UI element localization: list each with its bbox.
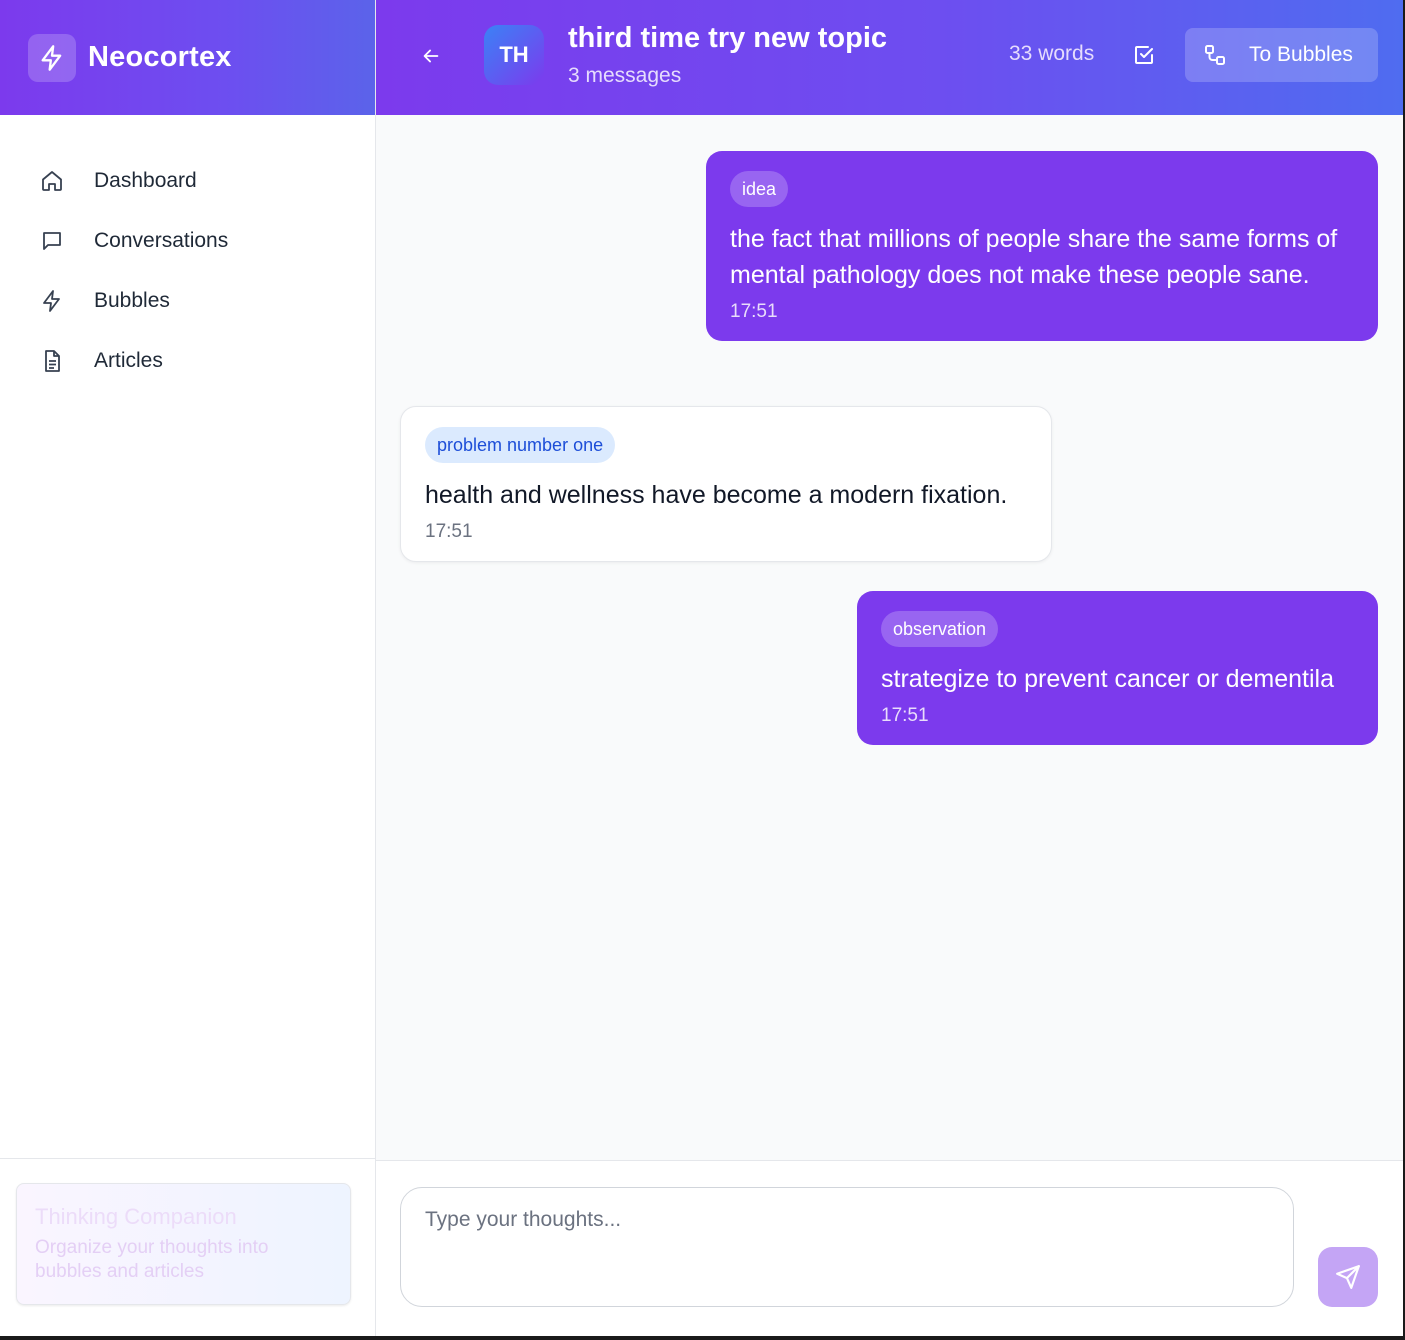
message-time: 17:51 xyxy=(730,301,778,322)
message-tag[interactable]: idea xyxy=(730,171,789,207)
app-name: Neocortex xyxy=(88,41,232,73)
message-text: health and wellness have become a modern… xyxy=(425,481,1008,509)
conversation-avatar: TH xyxy=(484,25,544,85)
sidebar-item-dashboard[interactable]: Dashboard xyxy=(0,151,375,211)
workflow-icon xyxy=(1205,45,1225,65)
message-text: the fact that millions of people share t… xyxy=(730,225,1338,289)
sidebar-item-label: Bubbles xyxy=(94,289,170,312)
sidebar-nav: Dashboard Conversations Bubbles Articles xyxy=(0,115,375,391)
sidebar-item-articles[interactable]: Articles xyxy=(0,331,375,391)
message-count: 3 messages xyxy=(568,64,682,87)
sidebar-footer: Thinking Companion Organize your thought… xyxy=(0,1158,375,1336)
zap-icon xyxy=(40,289,64,313)
conversation-panel: TH third time try new topic 3 messages 3… xyxy=(376,0,1403,1336)
conversation-header: TH third time try new topic 3 messages 3… xyxy=(376,0,1403,115)
message-square-icon xyxy=(40,229,64,253)
message-text: strategize to prevent cancer or dementil… xyxy=(881,665,1335,693)
to-bubbles-button[interactable]: To Bubbles xyxy=(1185,28,1378,82)
companion-title: Thinking Companion xyxy=(35,1204,237,1229)
sidebar-item-conversations[interactable]: Conversations xyxy=(0,211,375,271)
message-time: 17:51 xyxy=(425,521,473,542)
thinking-companion-card: Thinking Companion Organize your thought… xyxy=(16,1183,351,1305)
message-list: idea the fact that millions of people sh… xyxy=(376,115,1403,1160)
sidebar-item-label: Conversations xyxy=(94,229,229,252)
to-bubbles-label: To Bubbles xyxy=(1249,43,1353,66)
send-button[interactable] xyxy=(1318,1247,1378,1307)
back-button[interactable] xyxy=(416,41,446,71)
file-text-icon xyxy=(40,349,64,373)
message-tag[interactable]: observation xyxy=(881,611,999,647)
sidebar-item-label: Dashboard xyxy=(94,169,197,192)
sidebar-item-bubbles[interactable]: Bubbles xyxy=(0,271,375,331)
sidebar-item-label: Articles xyxy=(94,349,163,372)
check-square-icon xyxy=(1135,46,1153,64)
message-tag[interactable]: problem number one xyxy=(425,427,616,463)
message-input[interactable] xyxy=(400,1187,1294,1307)
composer xyxy=(376,1160,1403,1336)
message-bubble[interactable]: observation strategize to prevent cancer… xyxy=(857,591,1378,745)
send-icon xyxy=(1336,1265,1360,1289)
message-time: 17:51 xyxy=(881,705,929,726)
select-button[interactable] xyxy=(1131,42,1157,68)
home-icon xyxy=(40,169,64,193)
message-bubble[interactable]: problem number one health and wellness h… xyxy=(400,406,1052,562)
word-count: 33 words xyxy=(1009,42,1095,65)
brand-header: Neocortex xyxy=(0,0,375,115)
companion-description: Organize your thoughts into bubbles and … xyxy=(35,1237,269,1282)
message-bubble[interactable]: idea the fact that millions of people sh… xyxy=(706,151,1378,341)
zap-logo-icon xyxy=(28,33,76,82)
app-window: Neocortex Dashboard Conversations Bubble… xyxy=(0,0,1403,1336)
sidebar: Neocortex Dashboard Conversations Bubble… xyxy=(0,0,376,1336)
arrow-left-icon xyxy=(423,49,439,63)
conversation-title: third time try new topic xyxy=(568,22,888,54)
